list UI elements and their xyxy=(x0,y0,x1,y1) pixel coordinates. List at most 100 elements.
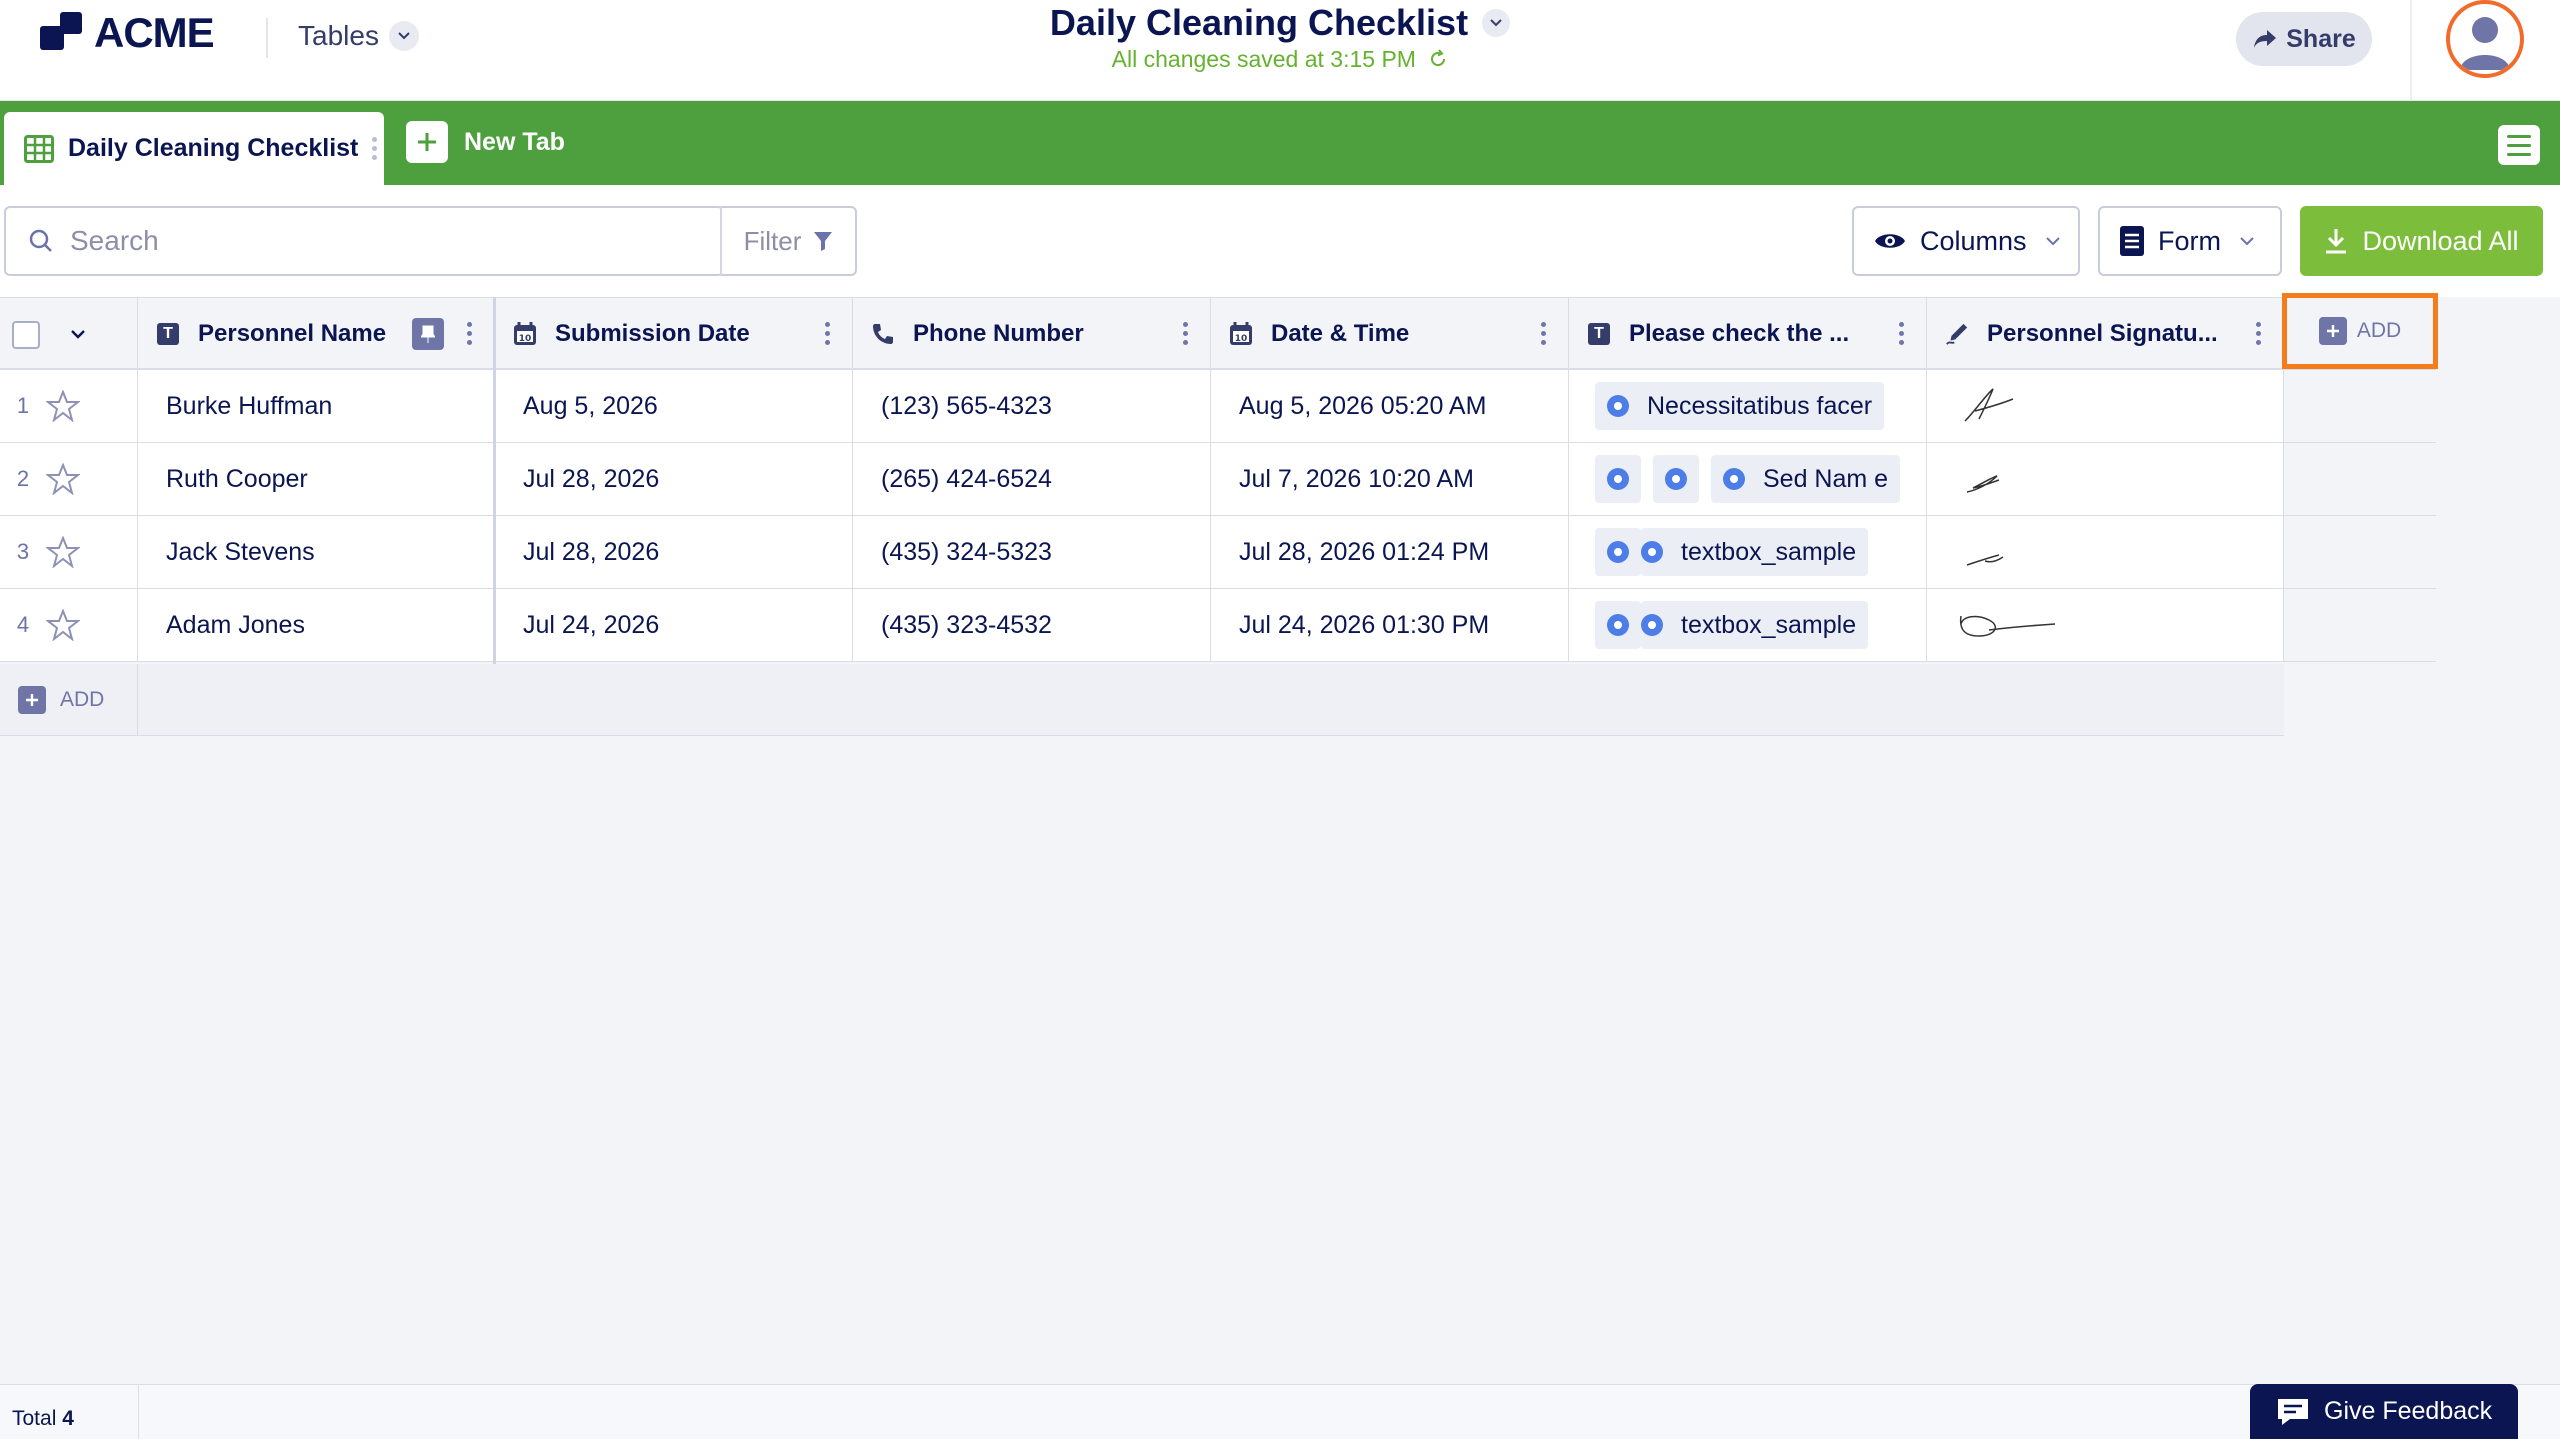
table-row[interactable]: 2 Ruth Cooper Jul 28, 2026 (265) 424-652… xyxy=(0,443,2436,516)
star-icon[interactable] xyxy=(46,390,80,422)
search-input[interactable] xyxy=(70,225,670,257)
search-icon xyxy=(29,229,52,252)
column-header-label: Submission Date xyxy=(555,319,750,347)
page-title-dropdown[interactable]: Daily Cleaning Checklist xyxy=(1050,2,1511,44)
star-icon[interactable] xyxy=(46,609,80,641)
cell-submission-date[interactable]: Jul 28, 2026 xyxy=(495,516,853,588)
column-header-date-time[interactable]: 10 Date & Time xyxy=(1211,298,1569,369)
choice-chip: textbox_sample xyxy=(1641,601,1869,649)
table-row[interactable]: 1 Burke Huffman Aug 5, 2026 (123) 565-43… xyxy=(0,370,2436,443)
star-icon[interactable] xyxy=(46,463,80,495)
column-options-icon[interactable] xyxy=(2256,322,2261,345)
cell-phone-number[interactable]: (123) 565-4323 xyxy=(853,370,1211,442)
new-tab-button[interactable]: New Tab xyxy=(406,121,565,163)
cell-phone-number[interactable]: (435) 323-4532 xyxy=(853,589,1211,661)
table-row[interactable]: 3 Jack Stevens Jul 28, 2026 (435) 324-53… xyxy=(0,516,2436,589)
select-all-checkbox[interactable] xyxy=(12,321,40,349)
column-header-personnel-signature[interactable]: Personnel Signatu... xyxy=(1927,298,2284,369)
column-options-icon[interactable] xyxy=(825,322,830,345)
column-header-label: Please check the ... xyxy=(1629,319,1850,347)
cell-please-check[interactable]: Necessitatibus facer xyxy=(1569,370,1927,442)
choice-chip-text: Necessitatibus facer xyxy=(1647,391,1873,420)
tab-options-icon[interactable] xyxy=(372,137,378,160)
cell-date-time[interactable]: Jul 28, 2026 01:24 PM xyxy=(1211,516,1569,588)
choice-chip-text: textbox_sample xyxy=(1681,610,1857,639)
column-header-submission-date[interactable]: 10 Submission Date xyxy=(495,298,853,369)
add-column-button[interactable]: ADD xyxy=(2282,293,2438,369)
title-area: Daily Cleaning Checklist xyxy=(0,2,2560,44)
cell-signature[interactable] xyxy=(1927,516,2284,588)
column-header-personnel-name[interactable]: T Personnel Name xyxy=(138,298,495,369)
cell-date-time[interactable]: Jul 24, 2026 01:30 PM xyxy=(1211,589,1569,661)
cell-personnel-name[interactable]: Adam Jones xyxy=(138,589,495,661)
column-header-label: Personnel Name xyxy=(198,319,387,347)
download-icon xyxy=(2326,229,2347,254)
share-arrow-icon xyxy=(2254,30,2277,48)
cell-personnel-name[interactable]: Jack Stevens xyxy=(138,516,495,588)
row-number: 3 xyxy=(16,539,30,564)
user-avatar[interactable] xyxy=(2446,0,2524,78)
phone-icon xyxy=(873,323,893,344)
form-button[interactable]: Form xyxy=(2098,206,2282,276)
row-index-cell: 4 xyxy=(0,589,138,661)
choice-chip xyxy=(1595,528,1641,576)
pin-icon[interactable] xyxy=(412,318,444,350)
columns-button[interactable]: Columns xyxy=(1852,206,2080,276)
column-options-icon[interactable] xyxy=(467,322,472,345)
column-header-phone-number[interactable]: Phone Number xyxy=(853,298,1211,369)
star-icon[interactable] xyxy=(46,536,80,568)
frozen-column-divider[interactable] xyxy=(493,297,496,664)
share-button[interactable]: Share xyxy=(2236,12,2372,66)
radio-icon xyxy=(1607,541,1629,563)
download-all-button[interactable]: Download All xyxy=(2300,206,2543,276)
table-header-row: T Personnel Name 10 Submission Date Phon… xyxy=(0,297,2436,370)
signature-image xyxy=(1966,554,2004,566)
filter-label: Filter xyxy=(743,225,802,256)
column-options-icon[interactable] xyxy=(1899,322,1904,345)
signature-pen-icon xyxy=(1946,323,1968,345)
row-index-cell: 2 xyxy=(0,443,138,515)
cell-please-check[interactable]: textbox_sample xyxy=(1569,589,1927,661)
cell-signature[interactable] xyxy=(1927,443,2284,515)
chevron-down-icon xyxy=(1482,9,1511,37)
tab-label: Daily Cleaning Checklist xyxy=(68,134,359,162)
cell-personnel-name[interactable]: Ruth Cooper xyxy=(138,443,495,515)
radio-icon xyxy=(1641,541,1663,563)
header-divider xyxy=(2410,0,2412,101)
cell-please-check[interactable]: Sed Nam e xyxy=(1569,443,1927,515)
column-options-icon[interactable] xyxy=(1541,322,1546,345)
plus-icon xyxy=(2318,317,2347,345)
chevron-down-icon[interactable] xyxy=(70,329,86,339)
column-options-icon[interactable] xyxy=(1183,322,1188,345)
give-feedback-button[interactable]: Give Feedback xyxy=(2250,1384,2518,1439)
columns-label: Columns xyxy=(1920,225,2027,256)
choice-chip xyxy=(1595,601,1641,649)
table-toolbar: Filter Columns Form Download All xyxy=(0,185,2560,297)
filter-button[interactable]: Filter xyxy=(720,206,857,276)
cell-phone-number[interactable]: (265) 424-6524 xyxy=(853,443,1211,515)
tab-bar: Daily Cleaning Checklist New Tab xyxy=(0,101,2560,185)
cell-date-time[interactable]: Jul 7, 2026 10:20 AM xyxy=(1211,443,1569,515)
choice-chip-text: textbox_sample xyxy=(1681,537,1857,566)
cell-date-time[interactable]: Aug 5, 2026 05:20 AM xyxy=(1211,370,1569,442)
table-row[interactable]: 4 Adam Jones Jul 24, 2026 (435) 323-4532… xyxy=(0,589,2436,662)
cell-please-check[interactable]: textbox_sample xyxy=(1569,516,1927,588)
choice-chip: Necessitatibus facer xyxy=(1595,382,1885,430)
hamburger-menu-icon[interactable] xyxy=(2498,125,2540,165)
signature-image xyxy=(1964,388,2014,422)
refresh-icon xyxy=(1431,49,1446,67)
footer-divider xyxy=(138,1385,139,1439)
cell-submission-date[interactable]: Aug 5, 2026 xyxy=(495,370,853,442)
cell-submission-date[interactable]: Jul 24, 2026 xyxy=(495,589,853,661)
cell-personnel-name[interactable]: Burke Huffman xyxy=(138,370,495,442)
download-all-label: Download All xyxy=(2362,225,2519,256)
cell-submission-date[interactable]: Jul 28, 2026 xyxy=(495,443,853,515)
cell-signature[interactable] xyxy=(1927,370,2284,442)
column-header-please-check[interactable]: T Please check the ... xyxy=(1569,298,1927,369)
data-table: T Personnel Name 10 Submission Date Phon… xyxy=(0,293,2560,1384)
cell-phone-number[interactable]: (435) 324-5323 xyxy=(853,516,1211,588)
cell-signature[interactable] xyxy=(1927,589,2284,661)
tab-daily-cleaning-checklist[interactable]: Daily Cleaning Checklist xyxy=(4,112,384,185)
add-row-button[interactable]: ADD xyxy=(0,664,138,736)
form-label: Form xyxy=(2158,225,2221,256)
